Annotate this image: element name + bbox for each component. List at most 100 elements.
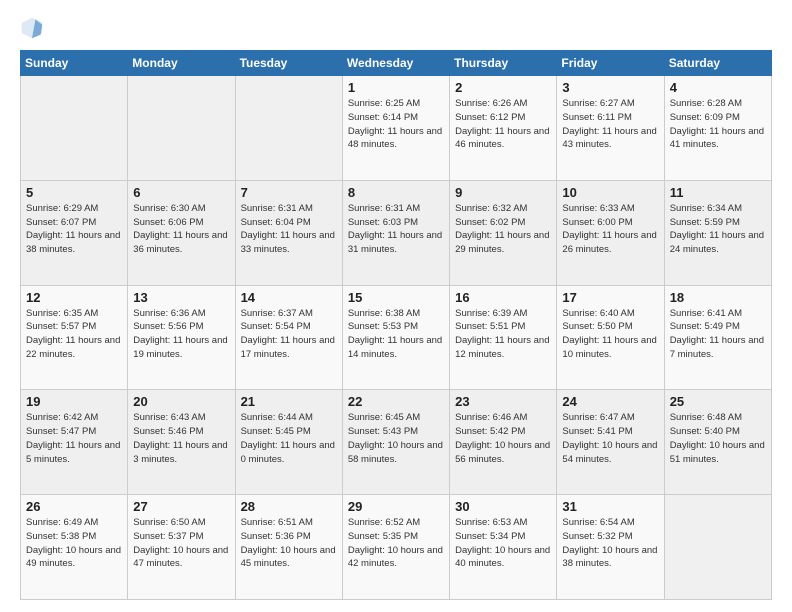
day-cell bbox=[21, 76, 128, 181]
day-number: 14 bbox=[241, 290, 337, 305]
day-info: Sunrise: 6:53 AM Sunset: 5:34 PM Dayligh… bbox=[455, 516, 551, 571]
day-cell: 11Sunrise: 6:34 AM Sunset: 5:59 PM Dayli… bbox=[664, 180, 771, 285]
day-info: Sunrise: 6:37 AM Sunset: 5:54 PM Dayligh… bbox=[241, 307, 337, 362]
day-info: Sunrise: 6:43 AM Sunset: 5:46 PM Dayligh… bbox=[133, 411, 229, 466]
day-cell: 26 Sunrise: 6:49 AM Sunset: 5:38 PM Dayli… bbox=[21, 495, 128, 600]
day-info: Sunrise: 6:45 AM Sunset: 5:43 PM Dayligh… bbox=[348, 411, 444, 466]
day-info: Sunrise: 6:40 AM Sunset: 5:50 PM Dayligh… bbox=[562, 307, 658, 362]
day-cell: 16 Sunrise: 6:39 AM Sunset: 5:51 PM Dayli… bbox=[450, 285, 557, 390]
day-cell bbox=[664, 495, 771, 600]
header bbox=[20, 16, 772, 40]
day-number: 23 bbox=[455, 394, 551, 409]
day-cell: 13 Sunrise: 6:36 AM Sunset: 5:56 PM Dayli… bbox=[128, 285, 235, 390]
day-cell: 22 Sunrise: 6:45 AM Sunset: 5:43 PM Dayli… bbox=[342, 390, 449, 495]
day-number: 26 bbox=[26, 499, 122, 514]
day-number: 19 bbox=[26, 394, 122, 409]
day-cell: 29Sunrise: 6:52 AM Sunset: 5:35 PM Dayli… bbox=[342, 495, 449, 600]
day-number: 29 bbox=[348, 499, 444, 514]
day-number: 10 bbox=[562, 185, 658, 200]
weekday-header-friday: Friday bbox=[557, 51, 664, 76]
day-cell: 17 Sunrise: 6:40 AM Sunset: 5:50 PM Dayli… bbox=[557, 285, 664, 390]
day-cell: 30 Sunrise: 6:53 AM Sunset: 5:34 PM Dayli… bbox=[450, 495, 557, 600]
day-info: Sunrise: 6:32 AM Sunset: 6:02 PM Dayligh… bbox=[455, 202, 551, 257]
day-info: Sunrise: 6:44 AM Sunset: 5:45 PM Dayligh… bbox=[241, 411, 337, 466]
day-info: Sunrise: 6:39 AM Sunset: 5:51 PM Dayligh… bbox=[455, 307, 551, 362]
day-number: 3 bbox=[562, 80, 658, 95]
week-row: 19Sunrise: 6:42 AM Sunset: 5:47 PM Dayli… bbox=[21, 390, 772, 495]
day-cell: 27 Sunrise: 6:50 AM Sunset: 5:37 PM Dayli… bbox=[128, 495, 235, 600]
day-number: 13 bbox=[133, 290, 229, 305]
day-info: Sunrise: 6:31 AM Sunset: 6:03 PM Dayligh… bbox=[348, 202, 444, 257]
weekday-header-tuesday: Tuesday bbox=[235, 51, 342, 76]
day-number: 11 bbox=[670, 185, 766, 200]
day-cell: 8 Sunrise: 6:31 AM Sunset: 6:03 PM Daylig… bbox=[342, 180, 449, 285]
weekday-row: SundayMondayTuesdayWednesdayThursdayFrid… bbox=[21, 51, 772, 76]
weekday-header-saturday: Saturday bbox=[664, 51, 771, 76]
day-number: 16 bbox=[455, 290, 551, 305]
day-cell: 18 Sunrise: 6:41 AM Sunset: 5:49 PM Dayli… bbox=[664, 285, 771, 390]
day-info: Sunrise: 6:51 AM Sunset: 5:36 PM Dayligh… bbox=[241, 516, 337, 571]
day-number: 30 bbox=[455, 499, 551, 514]
day-cell: 1 Sunrise: 6:25 AM Sunset: 6:14 PM Daylig… bbox=[342, 76, 449, 181]
day-number: 31 bbox=[562, 499, 658, 514]
day-number: 4 bbox=[670, 80, 766, 95]
day-cell: 2Sunrise: 6:26 AM Sunset: 6:12 PM Daylig… bbox=[450, 76, 557, 181]
day-number: 18 bbox=[670, 290, 766, 305]
day-info: Sunrise: 6:41 AM Sunset: 5:49 PM Dayligh… bbox=[670, 307, 766, 362]
weekday-header-thursday: Thursday bbox=[450, 51, 557, 76]
day-info: Sunrise: 6:48 AM Sunset: 5:40 PM Dayligh… bbox=[670, 411, 766, 466]
day-number: 1 bbox=[348, 80, 444, 95]
day-info: Sunrise: 6:30 AM Sunset: 6:06 PM Dayligh… bbox=[133, 202, 229, 257]
logo-icon bbox=[20, 16, 44, 40]
day-cell: 15 Sunrise: 6:38 AM Sunset: 5:53 PM Dayli… bbox=[342, 285, 449, 390]
day-cell: 24 Sunrise: 6:47 AM Sunset: 5:41 PM Dayli… bbox=[557, 390, 664, 495]
calendar: SundayMondayTuesdayWednesdayThursdayFrid… bbox=[20, 50, 772, 600]
day-cell: 28Sunrise: 6:51 AM Sunset: 5:36 PM Dayli… bbox=[235, 495, 342, 600]
day-info: Sunrise: 6:25 AM Sunset: 6:14 PM Dayligh… bbox=[348, 97, 444, 152]
day-info: Sunrise: 6:49 AM Sunset: 5:38 PM Dayligh… bbox=[26, 516, 122, 571]
day-cell bbox=[235, 76, 342, 181]
day-number: 12 bbox=[26, 290, 122, 305]
day-info: Sunrise: 6:50 AM Sunset: 5:37 PM Dayligh… bbox=[133, 516, 229, 571]
day-info: Sunrise: 6:47 AM Sunset: 5:41 PM Dayligh… bbox=[562, 411, 658, 466]
day-cell: 21 Sunrise: 6:44 AM Sunset: 5:45 PM Dayli… bbox=[235, 390, 342, 495]
day-cell: 14 Sunrise: 6:37 AM Sunset: 5:54 PM Dayli… bbox=[235, 285, 342, 390]
week-row: 1 Sunrise: 6:25 AM Sunset: 6:14 PM Daylig… bbox=[21, 76, 772, 181]
day-number: 7 bbox=[241, 185, 337, 200]
calendar-header: SundayMondayTuesdayWednesdayThursdayFrid… bbox=[21, 51, 772, 76]
day-info: Sunrise: 6:33 AM Sunset: 6:00 PM Dayligh… bbox=[562, 202, 658, 257]
day-number: 15 bbox=[348, 290, 444, 305]
day-number: 5 bbox=[26, 185, 122, 200]
day-cell: 4Sunrise: 6:28 AM Sunset: 6:09 PM Daylig… bbox=[664, 76, 771, 181]
day-cell: 6 Sunrise: 6:30 AM Sunset: 6:06 PM Daylig… bbox=[128, 180, 235, 285]
week-row: 12 Sunrise: 6:35 AM Sunset: 5:57 PM Dayli… bbox=[21, 285, 772, 390]
day-number: 24 bbox=[562, 394, 658, 409]
day-number: 17 bbox=[562, 290, 658, 305]
day-number: 2 bbox=[455, 80, 551, 95]
day-cell: 12 Sunrise: 6:35 AM Sunset: 5:57 PM Dayli… bbox=[21, 285, 128, 390]
day-number: 25 bbox=[670, 394, 766, 409]
day-number: 8 bbox=[348, 185, 444, 200]
day-info: Sunrise: 6:29 AM Sunset: 6:07 PM Dayligh… bbox=[26, 202, 122, 257]
day-number: 9 bbox=[455, 185, 551, 200]
day-info: Sunrise: 6:38 AM Sunset: 5:53 PM Dayligh… bbox=[348, 307, 444, 362]
weekday-header-monday: Monday bbox=[128, 51, 235, 76]
logo bbox=[20, 16, 48, 40]
weekday-header-wednesday: Wednesday bbox=[342, 51, 449, 76]
day-info: Sunrise: 6:46 AM Sunset: 5:42 PM Dayligh… bbox=[455, 411, 551, 466]
day-info: Sunrise: 6:35 AM Sunset: 5:57 PM Dayligh… bbox=[26, 307, 122, 362]
calendar-body: 1 Sunrise: 6:25 AM Sunset: 6:14 PM Daylig… bbox=[21, 76, 772, 600]
day-cell: 3Sunrise: 6:27 AM Sunset: 6:11 PM Daylig… bbox=[557, 76, 664, 181]
day-number: 21 bbox=[241, 394, 337, 409]
day-info: Sunrise: 6:31 AM Sunset: 6:04 PM Dayligh… bbox=[241, 202, 337, 257]
day-number: 27 bbox=[133, 499, 229, 514]
day-cell: 31Sunrise: 6:54 AM Sunset: 5:32 PM Dayli… bbox=[557, 495, 664, 600]
day-cell: 5 Sunrise: 6:29 AM Sunset: 6:07 PM Daylig… bbox=[21, 180, 128, 285]
day-number: 20 bbox=[133, 394, 229, 409]
day-cell: 19Sunrise: 6:42 AM Sunset: 5:47 PM Dayli… bbox=[21, 390, 128, 495]
day-number: 6 bbox=[133, 185, 229, 200]
week-row: 5 Sunrise: 6:29 AM Sunset: 6:07 PM Daylig… bbox=[21, 180, 772, 285]
day-number: 22 bbox=[348, 394, 444, 409]
day-info: Sunrise: 6:36 AM Sunset: 5:56 PM Dayligh… bbox=[133, 307, 229, 362]
day-cell: 10 Sunrise: 6:33 AM Sunset: 6:00 PM Dayli… bbox=[557, 180, 664, 285]
